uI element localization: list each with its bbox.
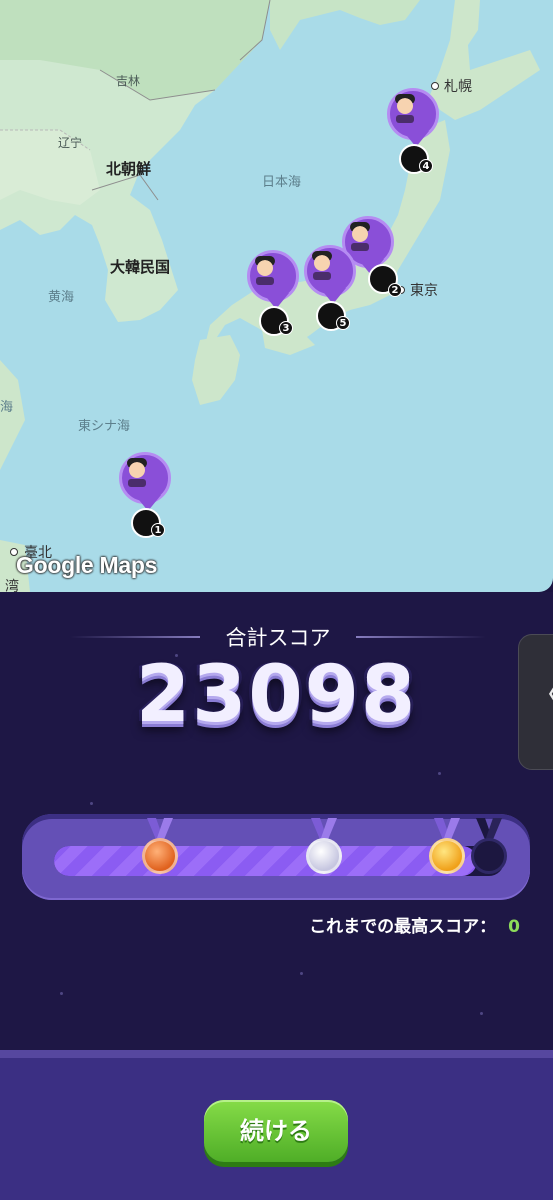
gold-medal-icon <box>427 818 467 882</box>
map-label-yellow-sea: 黄海 <box>48 290 75 305</box>
best-score-row: これまでの最高スコア： 0 <box>0 912 520 937</box>
pin-number: 5 <box>336 316 350 330</box>
map-label-north-korea: 北朝鮮 <box>106 160 152 178</box>
best-score-value: 0 <box>508 917 520 937</box>
star-icon <box>60 992 63 995</box>
guess-pin-5[interactable]: 5 <box>304 245 360 335</box>
results-map[interactable]: 吉林 辽宁 北朝鮮 大韓民国 黄海 日本海 東シナ海 海 札幌 東京 臺北 湾 … <box>0 0 553 592</box>
pin-number: 4 <box>419 159 433 173</box>
chevron-left-icon: 〈 <box>529 679 553 713</box>
locked-medal-icon <box>469 818 509 882</box>
progress-fill <box>54 846 477 876</box>
map-label-east-china-sea: 東シナ海 <box>78 419 131 434</box>
star-icon <box>480 1012 483 1015</box>
map-label-sapporo: 札幌 <box>444 79 472 95</box>
map-label-left-edge: 海 <box>0 400 14 415</box>
map-label-liaoning: 辽宁 <box>58 136 83 150</box>
best-score-label: これまでの最高スコア： <box>309 917 497 937</box>
map-label-south-korea: 大韓民国 <box>110 258 171 276</box>
silver-medal-icon <box>304 818 344 882</box>
total-score: 23098 <box>135 650 418 740</box>
title-divider-right <box>356 636 486 638</box>
pin-number: 3 <box>279 321 293 335</box>
score-progress-bar <box>22 814 530 900</box>
avatar-pin-icon <box>247 250 299 309</box>
google-maps-logo: Google Maps <box>16 552 158 578</box>
star-icon <box>438 772 441 775</box>
guess-pin-4[interactable]: 4 <box>387 88 443 178</box>
continue-button[interactable]: 続ける <box>204 1100 348 1162</box>
avatar-pin-icon <box>304 245 356 304</box>
map-label-jilin: 吉林 <box>116 74 141 88</box>
score-panel: 合計スコア 23098 〈 これまでの最高スコア： 0 <box>0 592 553 1050</box>
title-divider-left <box>70 636 200 638</box>
guess-pin-3[interactable]: 3 <box>247 250 303 340</box>
score-title: 合計スコア <box>225 626 331 650</box>
avatar-pin-icon <box>387 88 439 147</box>
side-panel-toggle[interactable]: 〈 <box>518 634 553 770</box>
guess-pin-1[interactable]: 1 <box>119 452 175 542</box>
score-title-row: 合計スコア <box>0 622 553 652</box>
avatar-pin-icon <box>119 452 171 511</box>
footer-bar: 続ける <box>0 1050 553 1200</box>
star-icon <box>300 972 303 975</box>
pin-number: 2 <box>388 283 402 297</box>
pin-number: 1 <box>151 523 165 537</box>
map-label-sea-of-japan: 日本海 <box>262 175 302 190</box>
map-label-tokyo: 東京 <box>410 283 438 299</box>
star-icon <box>90 802 93 805</box>
bronze-medal-icon <box>140 818 180 882</box>
